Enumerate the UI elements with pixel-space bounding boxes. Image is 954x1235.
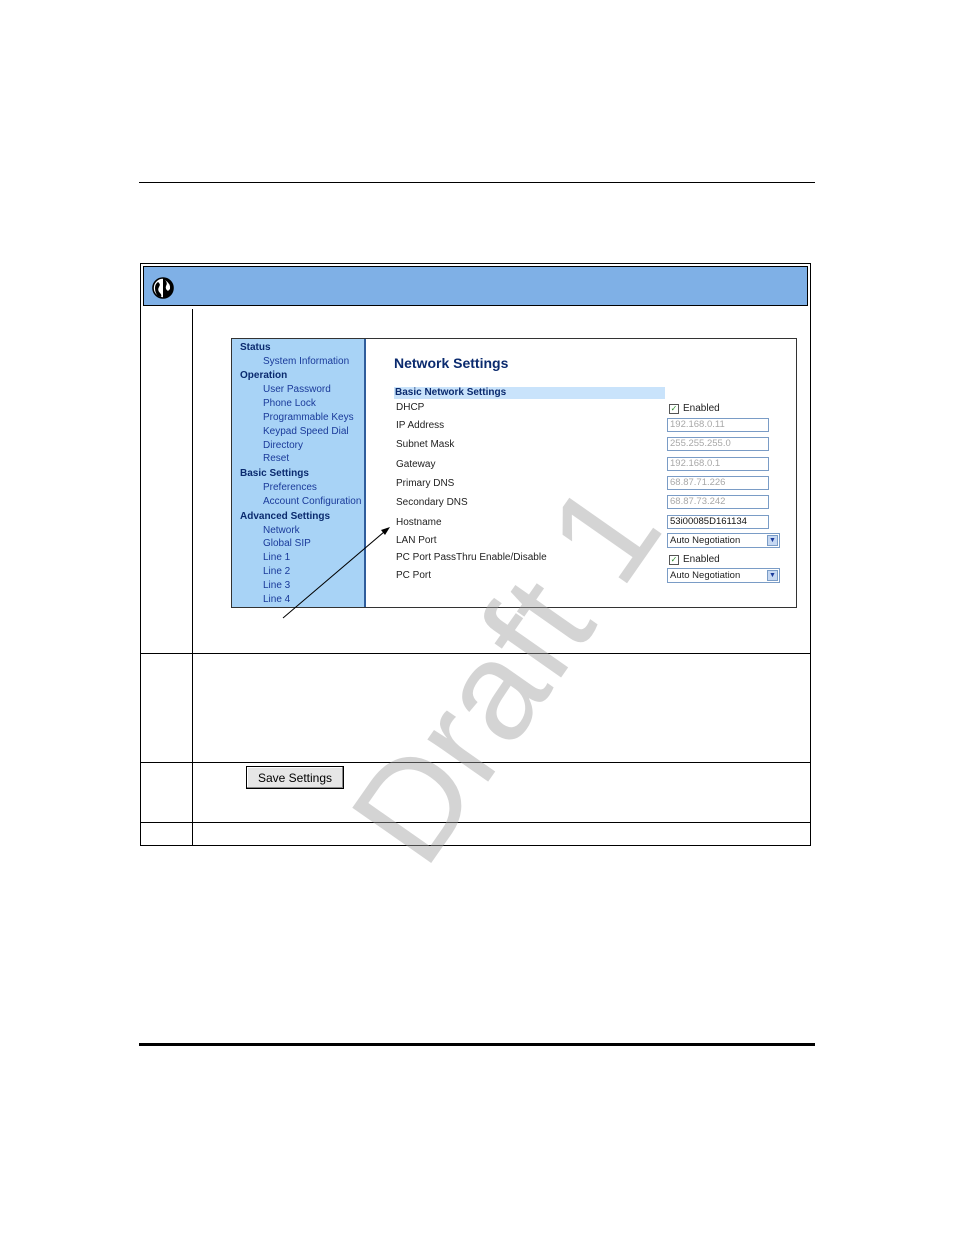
callout-arrow: [282, 527, 390, 619]
bottom-rule: [139, 1043, 815, 1046]
save-settings-button[interactable]: Save Settings: [246, 766, 344, 789]
